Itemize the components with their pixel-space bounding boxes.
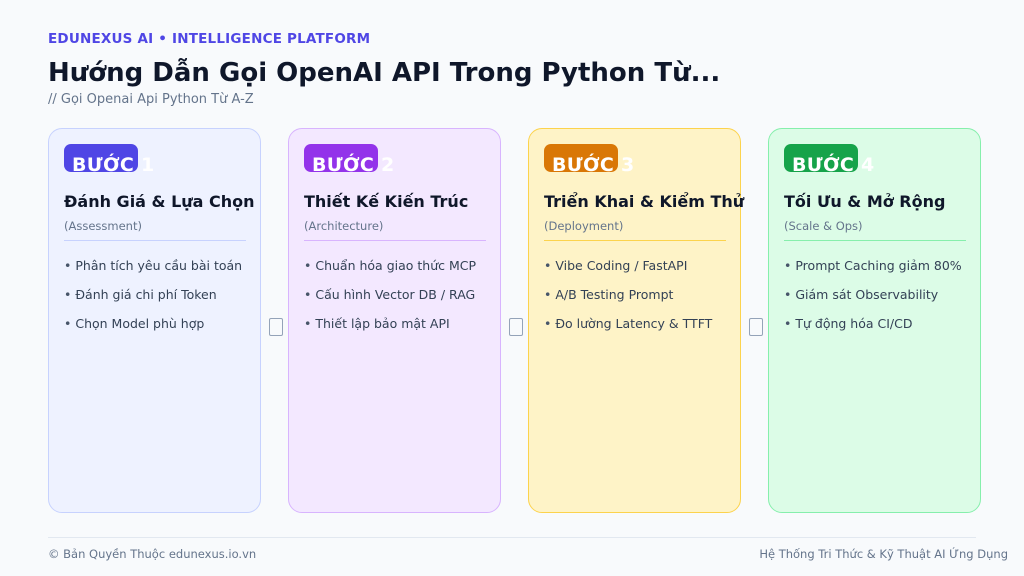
step-list-2: Chuẩn hóa giao thức MCP Cấu hình Vector … bbox=[304, 257, 476, 344]
arrow-icon bbox=[509, 318, 523, 336]
list-item: Vibe Coding / FastAPI bbox=[544, 257, 712, 275]
step-list-3: Vibe Coding / FastAPI A/B Testing Prompt… bbox=[544, 257, 712, 344]
step-badge-label-1: BƯỚC 1 bbox=[72, 154, 155, 176]
step-badge-label-4: BƯỚC 4 bbox=[792, 154, 875, 176]
page-title: Hướng Dẫn Gọi OpenAI API Trong Python Từ… bbox=[48, 58, 721, 88]
list-item: Tự động hóa CI/CD bbox=[784, 315, 962, 333]
step-badge-label-2: BƯỚC 2 bbox=[312, 154, 395, 176]
list-item: Đo lường Latency & TTFT bbox=[544, 315, 712, 333]
step-subtitle-3: (Deployment) bbox=[544, 219, 624, 233]
steps-diagram: BƯỚC 1 Đánh Giá & Lựa Chọn (Assessment) … bbox=[48, 128, 981, 513]
step-list-1: Phân tích yêu cầu bài toán Đánh giá chi … bbox=[64, 257, 242, 344]
footer-divider bbox=[48, 537, 976, 538]
list-item: Cấu hình Vector DB / RAG bbox=[304, 286, 476, 304]
step-title-1: Đánh Giá & Lựa Chọn bbox=[64, 192, 255, 211]
list-item: Thiết lập bảo mật API bbox=[304, 315, 476, 333]
step-divider-4 bbox=[784, 240, 966, 241]
arrow-icon bbox=[269, 318, 283, 336]
step-title-2: Thiết Kế Kiến Trúc bbox=[304, 192, 469, 211]
footer-copyright: © Bản Quyền Thuộc edunexus.io.vn bbox=[48, 547, 257, 561]
list-item: Giám sát Observability bbox=[784, 286, 962, 304]
step-title-4: Tối Ưu & Mở Rộng bbox=[784, 192, 946, 211]
step-card-2: BƯỚC 2 Thiết Kế Kiến Trúc (Architecture)… bbox=[288, 128, 501, 513]
footer-tagline: Hệ Thống Tri Thức & Kỹ Thuật AI Ứng Dụng bbox=[759, 547, 1008, 561]
step-card-1: BƯỚC 1 Đánh Giá & Lựa Chọn (Assessment) … bbox=[48, 128, 261, 513]
list-item: Đánh giá chi phí Token bbox=[64, 286, 242, 304]
step-list-4: Prompt Caching giảm 80% Giám sát Observa… bbox=[784, 257, 962, 344]
step-subtitle-2: (Architecture) bbox=[304, 219, 384, 233]
list-item: Chuẩn hóa giao thức MCP bbox=[304, 257, 476, 275]
page-subtitle: // Gọi Openai Api Python Từ A-Z bbox=[48, 92, 254, 107]
step-subtitle-1: (Assessment) bbox=[64, 219, 142, 233]
list-item: Phân tích yêu cầu bài toán bbox=[64, 257, 242, 275]
header: EDUNEXUS AI • INTELLIGENCE PLATFORM Hướn… bbox=[48, 30, 976, 109]
step-badge-label-3: BƯỚC 3 bbox=[552, 154, 635, 176]
step-title-3: Triển Khai & Kiểm Thử bbox=[544, 192, 745, 211]
list-item: A/B Testing Prompt bbox=[544, 286, 712, 304]
brand-label: EDUNEXUS AI • INTELLIGENCE PLATFORM bbox=[48, 31, 371, 47]
step-divider-2 bbox=[304, 240, 486, 241]
list-item: Chọn Model phù hợp bbox=[64, 315, 242, 333]
step-card-3: BƯỚC 3 Triển Khai & Kiểm Thử (Deployment… bbox=[528, 128, 745, 513]
list-item: Prompt Caching giảm 80% bbox=[784, 257, 961, 275]
step-card-4: BƯỚC 4 Tối Ưu & Mở Rộng (Scale & Ops) Pr… bbox=[768, 128, 981, 513]
arrow-icon bbox=[749, 318, 763, 336]
step-divider-1 bbox=[64, 240, 246, 241]
step-divider-3 bbox=[544, 240, 726, 241]
step-subtitle-4: (Scale & Ops) bbox=[784, 219, 863, 233]
